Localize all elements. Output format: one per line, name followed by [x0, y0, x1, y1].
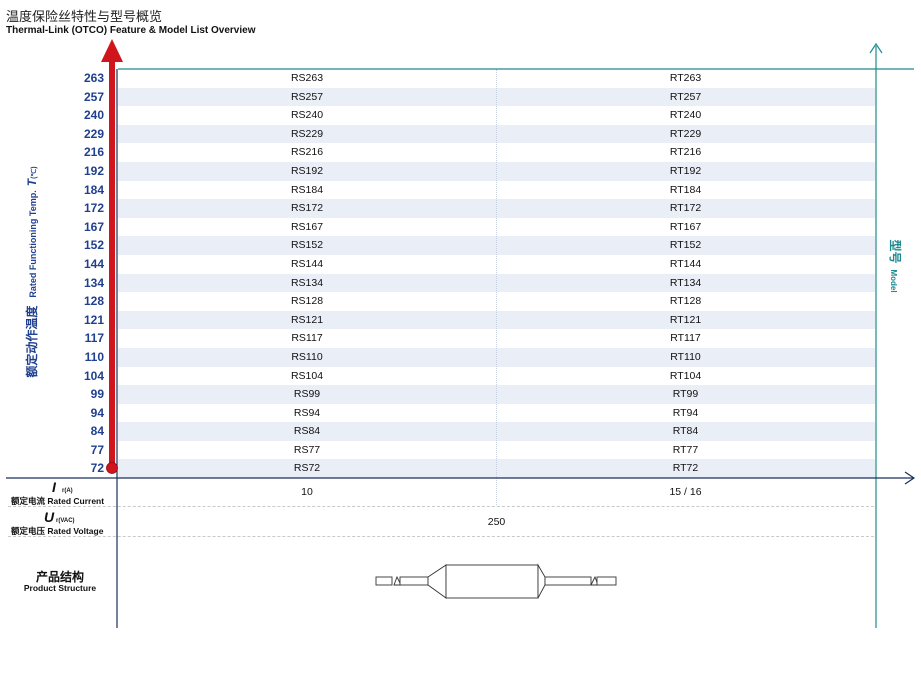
thermal-link-drawing [375, 563, 617, 599]
temp-arrow-head [101, 39, 123, 62]
axes-overlay [6, 39, 916, 628]
temp-arrow-shaft [109, 58, 115, 468]
temp-arrow-origin-dot [106, 462, 118, 474]
